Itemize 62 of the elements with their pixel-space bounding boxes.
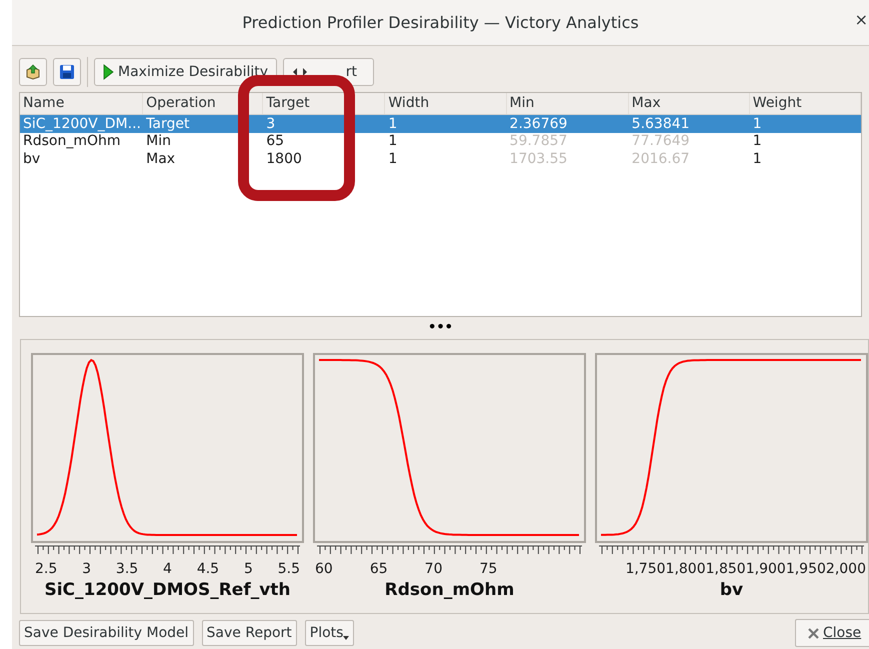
column-header[interactable]: Min — [506, 93, 629, 114]
column-header[interactable]: Name — [20, 93, 144, 114]
table-cell-text: 65 — [265, 134, 286, 148]
axis-label: bv — [720, 580, 744, 602]
table-cell-text: 3 — [265, 116, 276, 131]
tick-label: 5 — [244, 560, 253, 579]
tick-label: 3.5 — [116, 560, 138, 579]
tick-label: 70 — [424, 560, 442, 579]
table-cell-text: 1 — [752, 116, 763, 131]
toolbar-button[interactable]: Maximize Desirability — [94, 58, 278, 86]
tick-label: 4 — [163, 560, 172, 579]
table-cell-text: 2.36769 — [508, 116, 568, 131]
x-icon — [808, 628, 819, 638]
tick-label: 5.5 — [278, 560, 300, 579]
tick-label: 65 — [370, 560, 388, 579]
table-cell-text: 1 — [752, 152, 763, 166]
arrows-icon — [292, 66, 308, 78]
table-cell-text: 1 — [387, 134, 398, 148]
table-cell-text: 1800 — [265, 152, 303, 166]
column-header[interactable]: Width — [385, 93, 507, 114]
tick-label: 2.5 — [35, 560, 58, 579]
table-cell-text: Max — [145, 152, 176, 166]
splitter-handle[interactable]: ••• — [428, 318, 453, 338]
box-icon — [24, 63, 42, 81]
table-cell-text: bv — [22, 152, 42, 166]
table-cell-text: Rdson_mOhm — [22, 134, 122, 148]
table-cell-text: SiC_1200V_DM... — [22, 116, 142, 131]
column-header[interactable]: Operation — [143, 93, 264, 114]
footer-button[interactable]: Save Desirability Model — [19, 620, 194, 646]
table-cell-text: 1 — [752, 134, 763, 148]
table-cell-text: 1703.55 — [508, 152, 568, 166]
footer-button[interactable]: Save Report — [202, 620, 297, 646]
tick-label: 4.5 — [196, 560, 220, 579]
table-cell-text: 59.7857 — [508, 134, 568, 148]
tick-label: 3 — [82, 560, 92, 579]
toolbar-button[interactable] — [53, 58, 81, 86]
axis-label: SiC_1200V_DMOS_Ref_vth — [44, 580, 291, 602]
tick-label: 1,950 — [786, 560, 826, 579]
close-button[interactable]: Close — [795, 619, 869, 647]
tick-label: 60 — [315, 560, 333, 579]
table-cell-text: Target — [145, 116, 190, 131]
tick-label: 1,750 — [625, 560, 666, 579]
column-header[interactable]: Weight — [750, 93, 861, 114]
table-cell-text: Min — [145, 134, 172, 148]
table-cell-text: 2016.67 — [630, 152, 691, 166]
table-cell-text: 1 — [387, 152, 398, 166]
window-title: Prediction Profiler Desirability — Victory Analytics — [242, 12, 639, 34]
tick-label: 75 — [479, 560, 498, 579]
tick-label: 2,000 — [826, 560, 866, 579]
table-cell-text: 5.63841 — [630, 116, 691, 131]
close-button[interactable]: × — [854, 12, 868, 28]
table-cell-text: 77.7649 — [630, 134, 691, 148]
tick-label: 1,800 — [666, 560, 706, 579]
footer-button[interactable]: Plots — [304, 620, 354, 646]
toolbar-button[interactable] — [19, 58, 47, 86]
column-header[interactable]: Target — [263, 93, 386, 114]
column-header[interactable]: Max — [628, 93, 750, 114]
axis-label: Rdson_mOhm — [384, 580, 514, 602]
tick-label: 1,900 — [746, 560, 786, 579]
table-cell-text: 1 — [387, 116, 398, 131]
tick-label: 1,850 — [706, 560, 746, 579]
play-icon — [103, 64, 114, 80]
